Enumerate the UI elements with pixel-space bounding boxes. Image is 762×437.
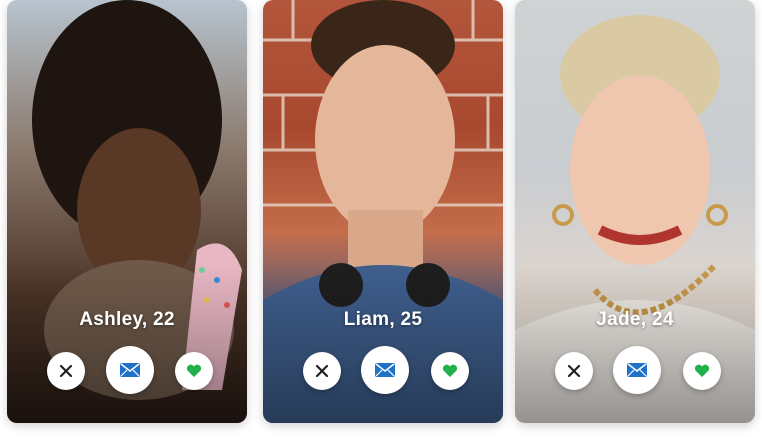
pass-button[interactable] xyxy=(47,352,85,390)
close-icon xyxy=(567,364,581,378)
pass-button[interactable] xyxy=(555,352,593,390)
profile-name: Jade, 24 xyxy=(596,309,674,330)
heart-icon xyxy=(694,364,710,377)
like-button[interactable] xyxy=(431,352,469,390)
message-button[interactable] xyxy=(361,346,409,394)
profile-card-jade[interactable]: Jade, 24 xyxy=(515,0,755,423)
envelope-icon xyxy=(627,363,647,377)
envelope-icon xyxy=(375,363,395,377)
pass-button[interactable] xyxy=(303,352,341,390)
profile-card-liam[interactable]: Liam, 25 xyxy=(263,0,503,423)
message-button[interactable] xyxy=(106,346,154,394)
envelope-icon xyxy=(120,363,140,377)
profile-name: Liam, 25 xyxy=(343,309,423,330)
message-button[interactable] xyxy=(613,346,661,394)
close-icon xyxy=(59,364,73,378)
photo-gradient xyxy=(515,263,755,423)
heart-icon xyxy=(186,364,202,377)
photo-gradient xyxy=(263,263,503,423)
profile-name: Ashley, 22 xyxy=(79,309,175,330)
close-icon xyxy=(315,364,329,378)
like-button[interactable] xyxy=(175,352,213,390)
photo-gradient xyxy=(7,263,247,423)
like-button[interactable] xyxy=(683,352,721,390)
profile-card-ashley[interactable]: Ashley, 22 xyxy=(7,0,247,423)
heart-icon xyxy=(442,364,458,377)
